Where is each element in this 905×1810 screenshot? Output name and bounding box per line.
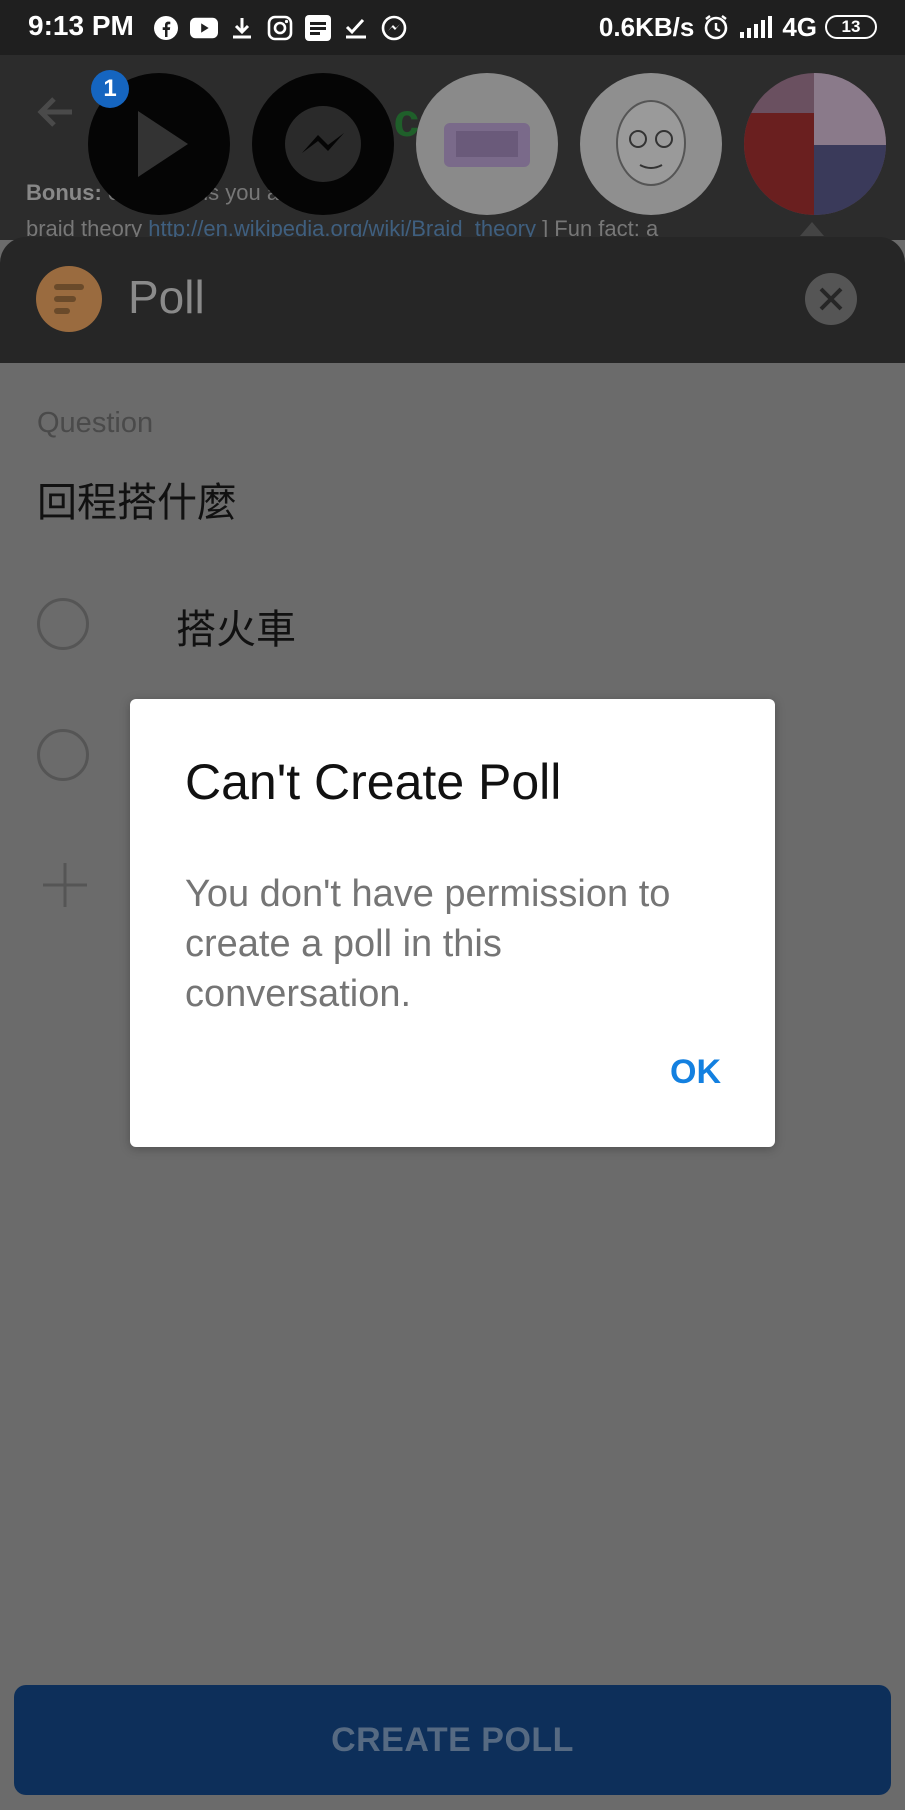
cant-create-poll-dialog: Can't Create Poll You don't have permiss… xyxy=(130,699,775,1147)
app-icon xyxy=(304,14,332,42)
alarm-icon xyxy=(702,13,730,41)
notification-badge: 1 xyxy=(91,70,129,108)
youtube-icon xyxy=(190,14,218,42)
download-icon xyxy=(228,14,256,42)
close-icon xyxy=(819,287,843,311)
avatar xyxy=(744,73,886,215)
chat-head-avatar-2[interactable] xyxy=(580,73,722,215)
create-poll-button[interactable]: CREATE POLL xyxy=(14,1685,891,1795)
option-radio-2[interactable] xyxy=(37,729,89,781)
status-right: 0.6KB/s 4G 13 xyxy=(599,10,877,44)
avatar xyxy=(616,100,686,186)
check-icon xyxy=(342,14,370,42)
question-input[interactable]: 回程搭什麼 xyxy=(37,470,237,528)
battery-indicator: 13 xyxy=(825,15,877,39)
option-radio-1[interactable] xyxy=(37,598,89,650)
notification-icons xyxy=(152,12,408,44)
poll-icon xyxy=(36,266,102,332)
poll-header: Poll xyxy=(0,237,905,363)
question-label: Question xyxy=(37,407,154,439)
dialog-title: Can't Create Poll xyxy=(185,754,562,810)
option-input-1[interactable]: 搭火車 xyxy=(176,597,296,655)
status-bar: 9:13 PM 0.6KB/s 4G 13 xyxy=(0,0,905,55)
poll-title: Poll xyxy=(128,271,205,323)
bonus-label: Bonus: xyxy=(26,180,102,205)
status-time: 9:13 PM xyxy=(28,10,134,41)
chat-head-caret xyxy=(800,222,824,236)
close-button[interactable] xyxy=(805,273,857,325)
back-arrow-icon[interactable] xyxy=(34,91,76,138)
instagram-icon xyxy=(266,14,294,42)
network-type: 4G xyxy=(782,11,817,42)
network-speed: 0.6KB/s xyxy=(598,11,695,42)
ok-button[interactable]: OK xyxy=(670,1053,721,1092)
chat-head-avatar-1[interactable] xyxy=(416,73,558,215)
chat-head-messenger[interactable] xyxy=(252,73,394,215)
facebook-icon xyxy=(152,14,180,42)
chat-head-avatar-3[interactable] xyxy=(744,73,886,215)
messenger-icon xyxy=(380,14,408,42)
avatar xyxy=(444,123,530,167)
add-option-icon[interactable] xyxy=(40,860,90,915)
signal-icon xyxy=(738,13,774,41)
dialog-message: You don't have permission to create a po… xyxy=(185,873,671,1015)
messenger-icon xyxy=(285,106,361,182)
